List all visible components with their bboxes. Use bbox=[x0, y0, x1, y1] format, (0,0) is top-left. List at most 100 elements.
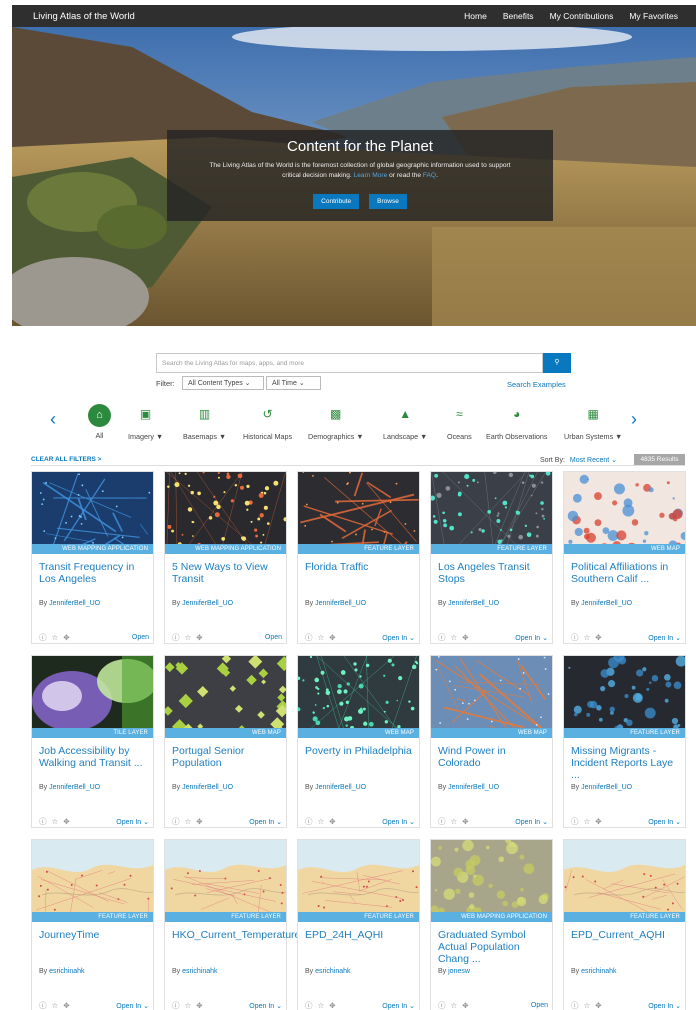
nav-my-contributions[interactable]: My Contributions bbox=[542, 11, 622, 21]
card-thumbnail[interactable] bbox=[32, 472, 153, 554]
owner-link[interactable]: JenniferBell_UO bbox=[182, 600, 233, 607]
favorite-star-icon[interactable]: ☆ bbox=[584, 633, 591, 642]
card-title[interactable]: Portugal Senior Population bbox=[172, 745, 282, 769]
open-button[interactable]: Open In ⌄ bbox=[249, 1002, 282, 1010]
owner-link[interactable]: JenniferBell_UO bbox=[315, 600, 366, 607]
faq-link[interactable]: FAQ bbox=[423, 172, 436, 179]
owner-link[interactable]: JenniferBell_UO bbox=[49, 784, 100, 791]
add-to-map-icon[interactable]: ✥ bbox=[63, 817, 69, 826]
card-thumbnail[interactable] bbox=[564, 472, 685, 554]
owner-link[interactable]: JenniferBell_UO bbox=[581, 784, 632, 791]
category-basemaps[interactable]: ▥ Basemaps ▼ bbox=[183, 404, 226, 441]
result-card[interactable]: FEATURE LAYER Missing Migrants - Incident… bbox=[563, 655, 686, 828]
open-button[interactable]: Open In ⌄ bbox=[382, 1002, 415, 1010]
add-to-map-icon[interactable]: ✥ bbox=[462, 633, 468, 642]
categories-prev-arrow[interactable]: ‹ bbox=[50, 409, 56, 430]
card-title[interactable]: EPD_Current_AQHI bbox=[571, 929, 681, 941]
card-title[interactable]: Graduated Symbol Actual Population Chang… bbox=[438, 929, 548, 965]
info-icon[interactable]: ⓘ bbox=[305, 816, 313, 827]
card-thumbnail[interactable] bbox=[431, 840, 552, 922]
card-thumbnail[interactable] bbox=[564, 656, 685, 738]
info-icon[interactable]: ⓘ bbox=[172, 632, 180, 643]
info-icon[interactable]: ⓘ bbox=[571, 816, 579, 827]
result-card[interactable]: TILE LAYER Job Accessibility by Walking a… bbox=[31, 655, 154, 828]
card-title[interactable]: Job Accessibility by Walking and Transit… bbox=[39, 745, 149, 769]
info-icon[interactable]: ⓘ bbox=[571, 632, 579, 643]
card-title[interactable]: Los Angeles Transit Stops bbox=[438, 561, 548, 585]
open-button[interactable]: Open bbox=[265, 634, 282, 641]
card-title[interactable]: JourneyTime bbox=[39, 929, 149, 941]
card-thumbnail[interactable] bbox=[165, 656, 286, 738]
owner-link[interactable]: jonesw bbox=[448, 968, 470, 975]
favorite-star-icon[interactable]: ☆ bbox=[52, 817, 59, 826]
category-historical-maps[interactable]: ↺ Historical Maps bbox=[243, 404, 292, 441]
card-title[interactable]: Poverty in Philadelphia bbox=[305, 745, 415, 757]
card-title[interactable]: HKO_Current_Temperature bbox=[172, 929, 300, 941]
info-icon[interactable]: ⓘ bbox=[438, 1000, 446, 1010]
card-title[interactable]: Political Affiliations in Southern Calif… bbox=[571, 561, 681, 585]
add-to-map-icon[interactable]: ✥ bbox=[196, 817, 202, 826]
info-icon[interactable]: ⓘ bbox=[39, 816, 47, 827]
favorite-star-icon[interactable]: ☆ bbox=[584, 1001, 591, 1010]
learn-more-link[interactable]: Learn More bbox=[354, 172, 388, 179]
search-input[interactable]: Search the Living Atlas for maps, apps, … bbox=[156, 353, 543, 373]
category-urban-systems[interactable]: ▦ Urban Systems ▼ bbox=[564, 404, 622, 441]
card-thumbnail[interactable] bbox=[32, 656, 153, 738]
owner-link[interactable]: esrichinahk bbox=[315, 968, 350, 975]
clear-all-filters-link[interactable]: CLEAR ALL FILTERS > bbox=[31, 456, 101, 463]
result-card[interactable]: FEATURE LAYER Florida Traffic By JenniferB… bbox=[297, 471, 420, 644]
card-thumbnail[interactable] bbox=[431, 472, 552, 554]
open-button[interactable]: Open In ⌄ bbox=[116, 1002, 149, 1010]
open-button[interactable]: Open In ⌄ bbox=[515, 634, 548, 642]
open-button[interactable]: Open In ⌄ bbox=[382, 818, 415, 826]
category-imagery[interactable]: ▣ Imagery ▼ bbox=[128, 404, 163, 441]
info-icon[interactable]: ⓘ bbox=[571, 1000, 579, 1010]
info-icon[interactable]: ⓘ bbox=[172, 1000, 180, 1010]
card-thumbnail[interactable] bbox=[165, 840, 286, 922]
open-button[interactable]: Open In ⌄ bbox=[515, 818, 548, 826]
owner-link[interactable]: esrichinahk bbox=[581, 968, 616, 975]
favorite-star-icon[interactable]: ☆ bbox=[318, 817, 325, 826]
add-to-map-icon[interactable]: ✥ bbox=[196, 1001, 202, 1010]
info-icon[interactable]: ⓘ bbox=[305, 1000, 313, 1010]
search-examples-link[interactable]: Search Examples bbox=[507, 380, 566, 389]
category-demographics[interactable]: ▩ Demographics ▼ bbox=[308, 404, 363, 441]
result-card[interactable]: FEATURE LAYER Los Angeles Transit Stops By… bbox=[430, 471, 553, 644]
add-to-map-icon[interactable]: ✥ bbox=[329, 817, 335, 826]
owner-link[interactable]: JenniferBell_UO bbox=[581, 600, 632, 607]
add-to-map-icon[interactable]: ✥ bbox=[462, 1001, 468, 1010]
owner-link[interactable]: esrichinahk bbox=[49, 968, 84, 975]
favorite-star-icon[interactable]: ☆ bbox=[52, 1001, 59, 1010]
card-thumbnail[interactable] bbox=[564, 840, 685, 922]
info-icon[interactable]: ⓘ bbox=[39, 632, 47, 643]
favorite-star-icon[interactable]: ☆ bbox=[318, 1001, 325, 1010]
open-button[interactable]: Open bbox=[531, 1002, 548, 1009]
add-to-map-icon[interactable]: ✥ bbox=[595, 633, 601, 642]
favorite-star-icon[interactable]: ☆ bbox=[584, 817, 591, 826]
open-button[interactable]: Open In ⌄ bbox=[382, 634, 415, 642]
result-card[interactable]: WEB MAP Political Affiliations in Souther… bbox=[563, 471, 686, 644]
search-button[interactable]: ⚲ bbox=[543, 353, 571, 373]
add-to-map-icon[interactable]: ✥ bbox=[595, 1001, 601, 1010]
add-to-map-icon[interactable]: ✥ bbox=[63, 633, 69, 642]
card-thumbnail[interactable] bbox=[431, 656, 552, 738]
add-to-map-icon[interactable]: ✥ bbox=[329, 1001, 335, 1010]
info-icon[interactable]: ⓘ bbox=[438, 816, 446, 827]
site-title[interactable]: Living Atlas of the World bbox=[33, 11, 135, 22]
category-landscape[interactable]: ▲ Landscape ▼ bbox=[383, 404, 427, 441]
card-thumbnail[interactable] bbox=[165, 472, 286, 554]
card-thumbnail[interactable] bbox=[298, 472, 419, 554]
owner-link[interactable]: esrichinahk bbox=[182, 968, 217, 975]
browse-button[interactable]: Browse bbox=[369, 194, 407, 209]
info-icon[interactable]: ⓘ bbox=[438, 632, 446, 643]
info-icon[interactable]: ⓘ bbox=[39, 1000, 47, 1010]
card-thumbnail[interactable] bbox=[298, 840, 419, 922]
category-all[interactable]: ⌂ All bbox=[88, 404, 111, 440]
result-card[interactable]: FEATURE LAYER HKO_Current_Temperature By e… bbox=[164, 839, 300, 1010]
card-thumbnail[interactable] bbox=[298, 656, 419, 738]
card-title[interactable]: 5 New Ways to View Transit bbox=[172, 561, 282, 585]
nav-my-favorites[interactable]: My Favorites bbox=[621, 11, 686, 21]
add-to-map-icon[interactable]: ✥ bbox=[63, 1001, 69, 1010]
favorite-star-icon[interactable]: ☆ bbox=[318, 633, 325, 642]
content-type-select[interactable]: All Content Types ⌄ bbox=[182, 376, 264, 390]
